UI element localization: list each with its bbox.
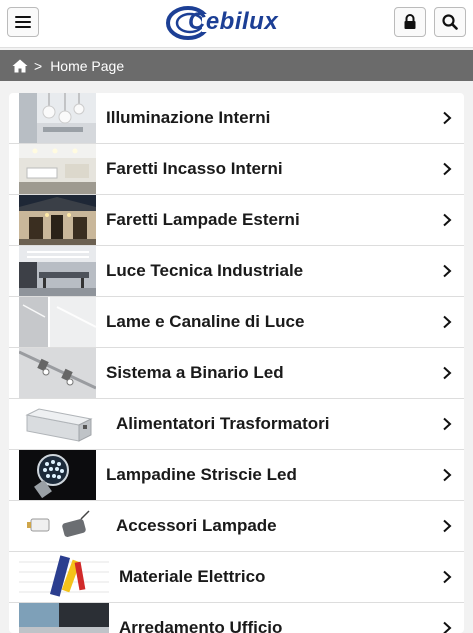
led-track-system-photo [19,348,96,398]
logo-text: Cebilux [188,8,279,35]
category-label: Alimentatori Trasformatori [116,414,330,433]
category-item[interactable]: Lampadine Striscie Led [9,450,464,501]
category-item[interactable]: Faretti Incasso Interni [9,144,464,195]
lock-icon [404,14,416,29]
menu-button[interactable] [7,7,39,37]
office-furniture-photo [19,603,109,633]
category-item[interactable]: Faretti Lampade Esterni [9,195,464,246]
category-label: Luce Tecnica Industriale [106,261,304,280]
breadcrumb-separator: > [34,57,43,74]
chevron-right-icon [443,468,452,482]
category-item[interactable]: Materiale Elettrico [9,552,464,603]
category-item[interactable]: Sistema a Binario Led [9,348,464,399]
category-label: Faretti Lampade Esterni [106,210,300,229]
category-item[interactable]: Alimentatori Trasformatori [9,399,464,450]
chevron-right-icon [443,315,452,329]
breadcrumb-current: Home Page [50,57,125,74]
category-label: Faretti Incasso Interni [106,159,283,178]
outdoor-lamps-photo [19,195,96,245]
category-item[interactable]: Illuminazione Interni [9,93,464,144]
power-supply-photo [19,399,96,449]
chevron-right-icon [443,264,452,278]
category-item[interactable]: Lame e Canaline di Luce [9,297,464,348]
chevron-right-icon [443,111,452,125]
login-button[interactable] [394,7,426,37]
lamp-accessories-photo [19,501,96,551]
breadcrumb: > Home Page [0,50,473,81]
recessed-spotlights-photo [19,144,96,194]
category-item[interactable]: Accessori Lampade [9,501,464,552]
category-item[interactable]: Luce Tecnica Industriale [9,246,464,297]
light-channels-photo [19,297,96,347]
category-label: Illuminazione Interni [106,108,271,127]
industrial-lighting-photo [19,246,96,296]
category-label: Lampadine Striscie Led [106,465,297,484]
search-icon [442,14,458,30]
electrical-material-photo [19,552,109,602]
home-icon[interactable] [12,59,28,73]
category-label: Lame e Canaline di Luce [106,312,305,331]
category-label: Sistema a Binario Led [106,363,284,382]
chevron-right-icon [443,621,452,633]
chevron-right-icon [443,162,452,176]
category-label: Accessori Lampade [116,516,277,535]
chevron-right-icon [443,570,452,584]
search-button[interactable] [434,7,466,37]
chevron-right-icon [443,519,452,533]
chevron-right-icon [443,417,452,431]
top-header: Cebilux [0,0,473,48]
chevron-right-icon [443,366,452,380]
cebilux-logo[interactable]: Cebilux [166,4,306,42]
category-item[interactable]: Arredamento Ufficio [9,603,464,633]
led-bulb-photo [19,450,96,500]
chevron-right-icon [443,213,452,227]
category-list: Illuminazione Interni Faretti Incasso In… [9,93,464,633]
category-label: Materiale Elettrico [119,567,266,586]
interior-lighting-photo [19,93,96,143]
hamburger-menu-icon [15,16,31,28]
category-label: Arredamento Ufficio [119,618,283,633]
